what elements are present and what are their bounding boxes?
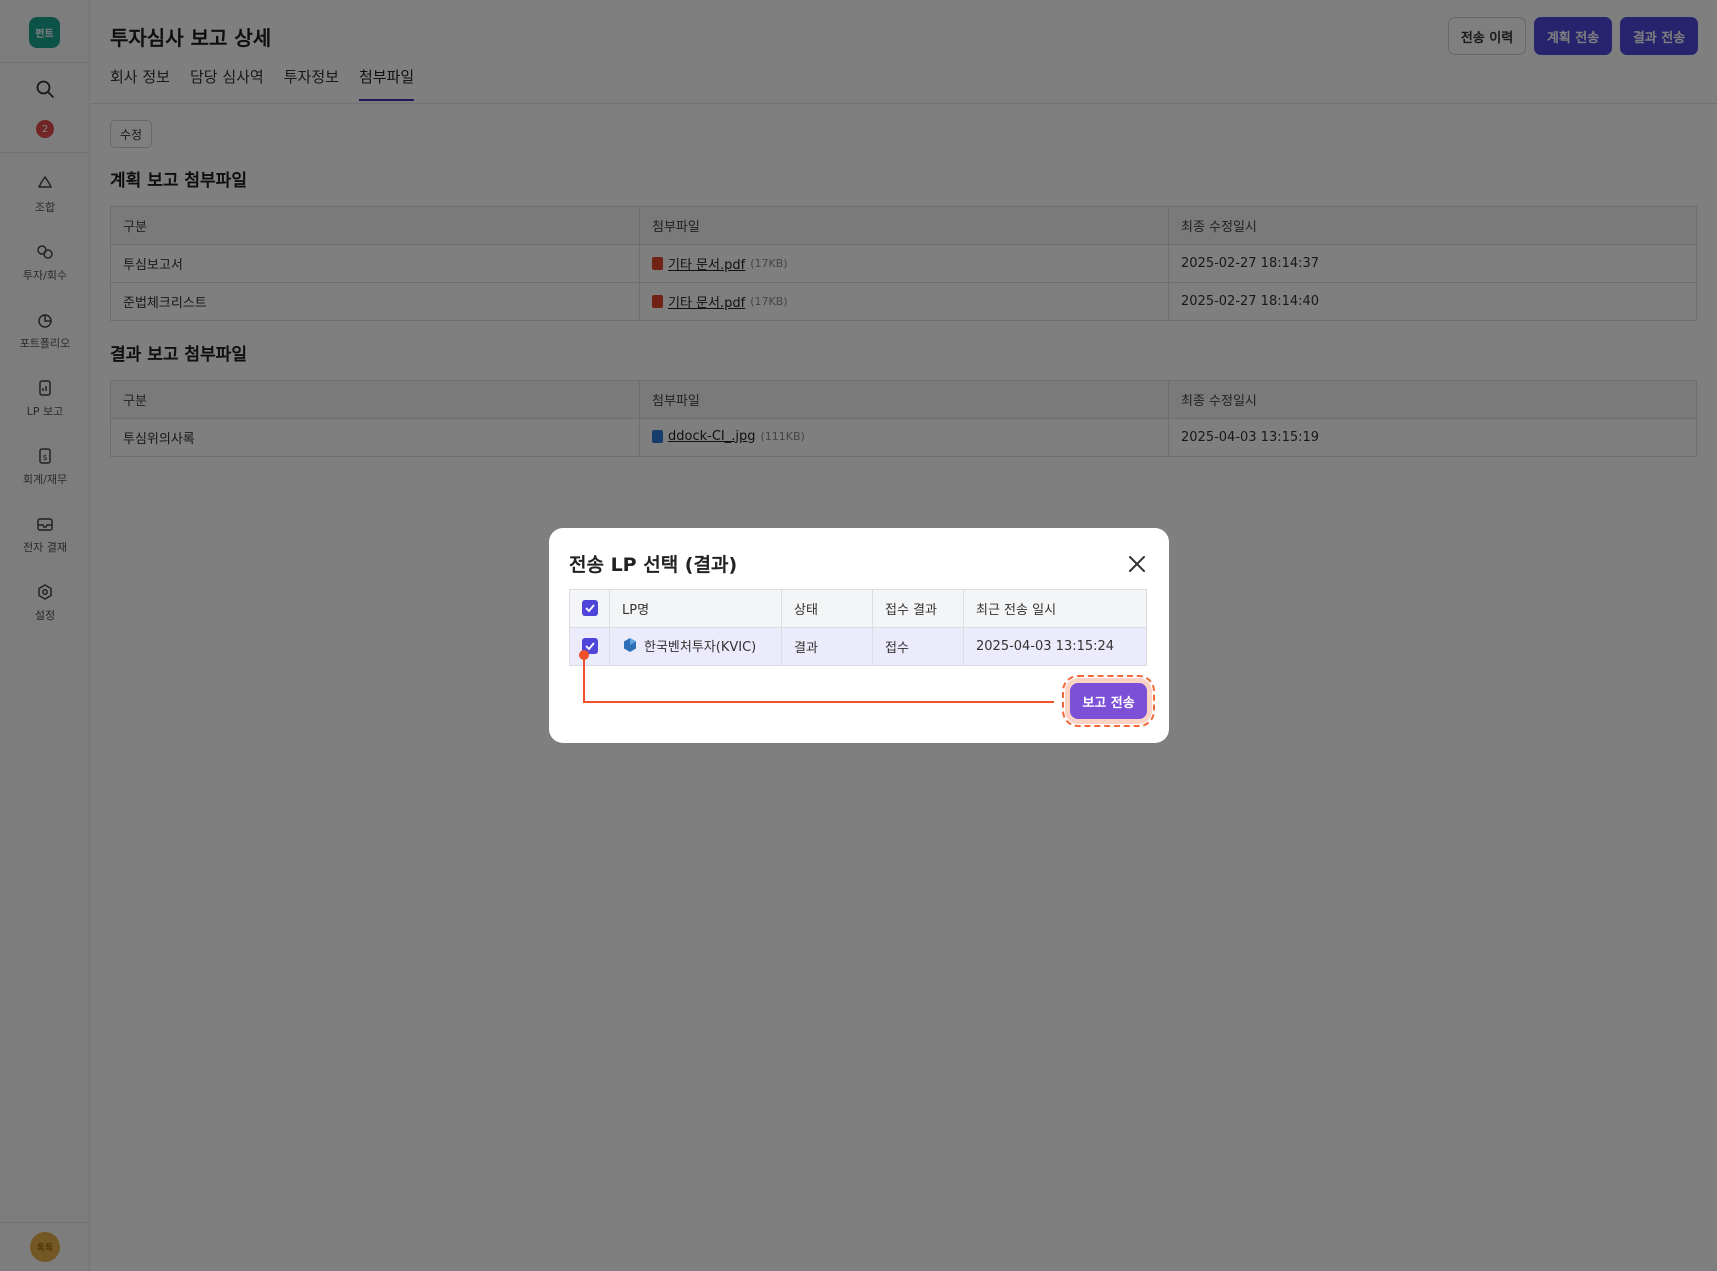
report-send-button[interactable]: 보고 전송	[1062, 675, 1155, 727]
lp-table: LP명 상태 접수 결과 최근 전송 일시 한국벤처투자(KVIC) 결과 접수…	[569, 589, 1147, 666]
column-header: 최근 전송 일시	[963, 589, 1147, 628]
close-icon[interactable]	[1125, 552, 1149, 576]
row-checkbox[interactable]	[581, 637, 598, 654]
lp-name: 한국벤처투자(KVIC)	[644, 639, 757, 655]
table-row[interactable]: 한국벤처투자(KVIC) 결과 접수 2025-04-03 13:15:24	[569, 627, 1147, 666]
select-all-checkbox[interactable]	[581, 599, 598, 616]
column-header: LP명	[609, 589, 782, 628]
lp-last-sent: 2025-04-03 13:15:24	[963, 627, 1147, 666]
column-header: 상태	[781, 589, 873, 628]
send-lp-modal: 전송 LP 선택 (결과) LP명 상태 접수 결과 최근 전송 일시 한국벤처…	[549, 528, 1169, 743]
lp-receipt: 접수	[872, 627, 964, 666]
modal-title: 전송 LP 선택 (결과)	[569, 554, 738, 576]
kvic-logo-icon	[624, 638, 636, 653]
lp-status: 결과	[781, 627, 873, 666]
column-header: 접수 결과	[872, 589, 964, 628]
check-icon	[584, 641, 595, 650]
check-icon	[584, 603, 595, 612]
